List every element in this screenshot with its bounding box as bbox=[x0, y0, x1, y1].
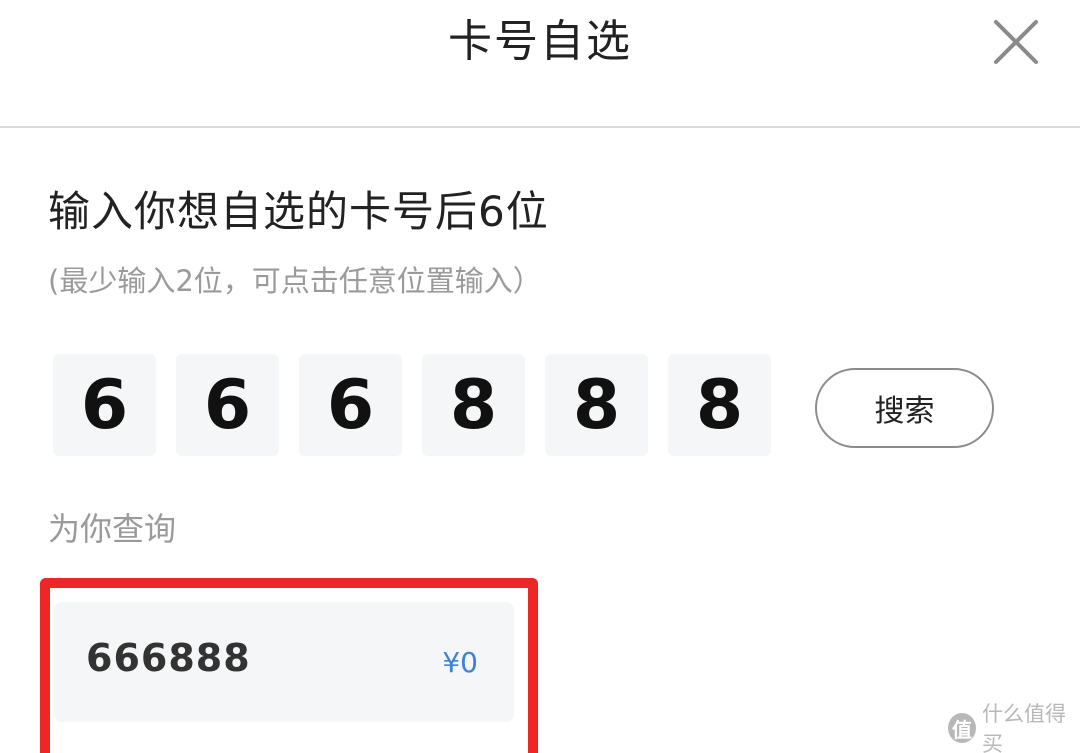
result-price: ¥0 bbox=[442, 646, 478, 679]
digit-input-2[interactable]: 6 bbox=[176, 354, 279, 456]
digit-input-row: 6 6 6 8 8 8 bbox=[53, 354, 791, 456]
watermark: 值 什么值得买 bbox=[948, 702, 1080, 753]
digit-input-3[interactable]: 6 bbox=[299, 354, 402, 456]
results-label: 为你查询 bbox=[48, 510, 177, 548]
close-button[interactable] bbox=[990, 16, 1042, 68]
close-icon bbox=[994, 20, 1038, 64]
watermark-logo-icon: 值 bbox=[948, 713, 976, 743]
digit-input-5[interactable]: 8 bbox=[545, 354, 648, 456]
result-number: 666888 bbox=[86, 636, 251, 680]
digit-input-6[interactable]: 8 bbox=[668, 354, 771, 456]
dialog-header: 卡号自选 bbox=[0, 0, 1080, 128]
result-item[interactable]: 666888 ¥0 bbox=[54, 602, 514, 722]
search-button[interactable]: 搜索 bbox=[815, 368, 994, 448]
input-hint: (最少输入2位，可点击任意位置输入） bbox=[48, 264, 542, 298]
digit-input-1[interactable]: 6 bbox=[53, 354, 156, 456]
digit-input-4[interactable]: 8 bbox=[422, 354, 525, 456]
watermark-text: 什么值得买 bbox=[982, 702, 1066, 753]
input-heading: 输入你想自选的卡号后6位 bbox=[48, 187, 549, 236]
number-selection-dialog: 卡号自选 输入你想自选的卡号后6位 (最少输入2位，可点击任意位置输入） 6 6… bbox=[0, 0, 1080, 753]
dialog-title: 卡号自选 bbox=[448, 16, 632, 67]
